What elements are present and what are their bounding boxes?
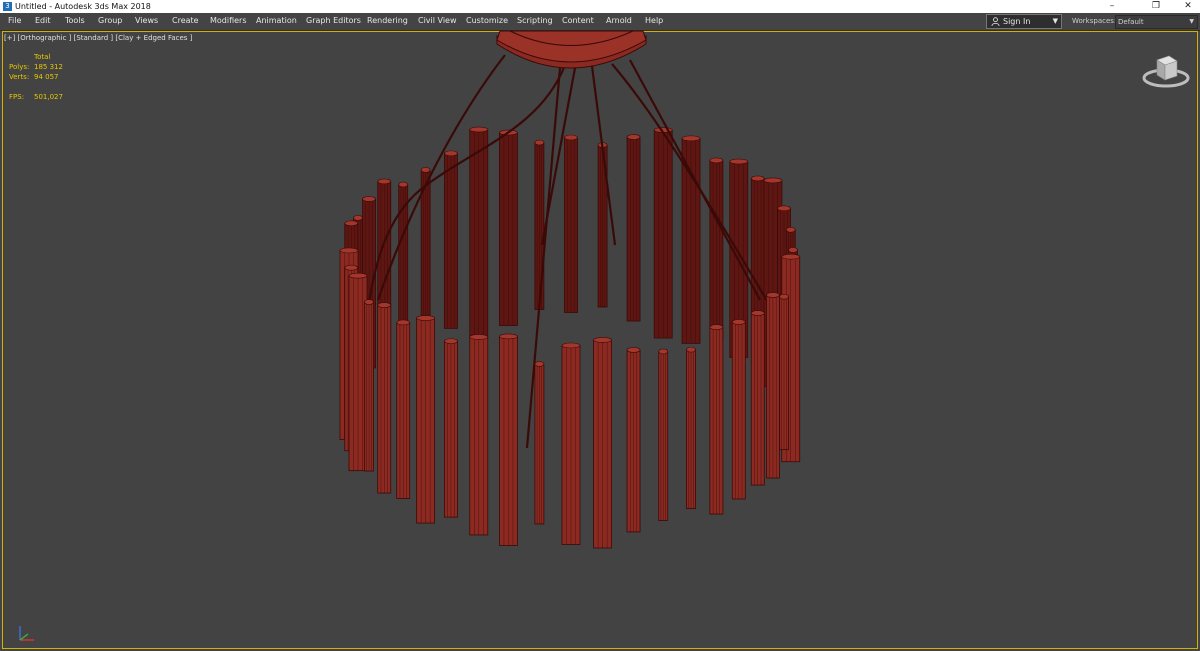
chandelier-model	[339, 30, 801, 549]
rod-tube	[709, 157, 724, 339]
rod-tube	[731, 319, 746, 500]
rod-tube	[561, 342, 581, 545]
rod-tube	[444, 150, 458, 329]
rod-tube	[779, 293, 789, 451]
rod-tube	[416, 315, 436, 524]
app-window: 3 Untitled - Autodesk 3ds Max 2018 – ❐ ✕…	[0, 0, 1200, 651]
rod-tube	[396, 319, 411, 499]
rod-tube	[750, 310, 765, 486]
fps-label: FPS:	[9, 93, 25, 101]
viewport-label[interactable]: [+] [Orthographic ] [Standard ] [Clay + …	[4, 33, 192, 43]
verts-label: Verts:	[9, 73, 30, 81]
rod-tube	[593, 337, 612, 549]
polys-value: 185 312	[34, 63, 63, 71]
rod-tube	[534, 139, 545, 310]
rod-tube	[499, 129, 518, 326]
rod-tube	[626, 134, 641, 322]
rod-tube	[364, 299, 374, 472]
stats-header: Total	[34, 53, 51, 61]
rod-tube	[564, 134, 578, 313]
rod-tube	[653, 127, 673, 339]
rod-tube	[444, 338, 458, 518]
rod-tube	[766, 292, 780, 479]
rod-tube	[534, 361, 545, 525]
ceiling-canopy	[496, 30, 647, 69]
rod-tube	[626, 347, 641, 533]
polys-label: Polys:	[9, 63, 30, 71]
rod-tube	[377, 302, 392, 494]
axis-tripod-icon	[19, 626, 34, 641]
viewcube[interactable]	[1140, 48, 1192, 92]
rod-tube	[469, 126, 489, 339]
fps-value: 501,027	[34, 93, 63, 101]
rod-tube	[658, 348, 669, 521]
verts-value: 94 057	[34, 73, 59, 81]
rod-tube	[709, 324, 724, 515]
rod-tube	[469, 334, 489, 536]
rod-tube	[499, 333, 518, 546]
rod-tube	[686, 346, 696, 510]
